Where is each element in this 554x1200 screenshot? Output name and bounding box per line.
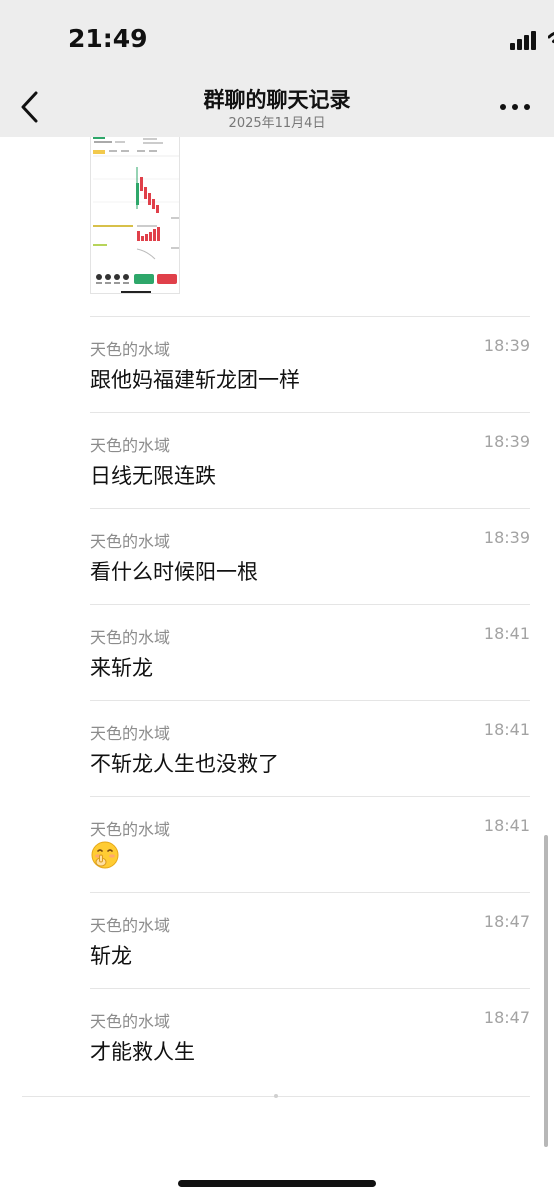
page-subtitle-date: 2025年11月4日 (228, 116, 326, 131)
home-indicator[interactable] (178, 1180, 376, 1187)
message-item[interactable]: 天色的水域 18:39 跟他妈福建斩龙团一样 (0, 316, 554, 412)
divider (90, 700, 530, 701)
message-item[interactable]: 天色的水域 18:41 不斩龙人生也没救了 (0, 700, 554, 796)
message-list: 天色的水域 18:39 跟他妈福建斩龙团一样 天色的水域 18:39 日线无限连… (0, 316, 554, 1084)
sender-name: 天色的水域 (90, 1012, 171, 1031)
message-item[interactable]: 天色的水域 18:39 看什么时候阳一根 (0, 508, 554, 604)
status-time: 21:49 (68, 24, 148, 53)
divider (90, 508, 530, 509)
sender-name: 天色的水域 (90, 532, 171, 551)
message-text: 来斩龙 (90, 656, 153, 680)
message-time: 18:41 (483, 624, 530, 643)
sender-name: 天色的水域 (90, 916, 171, 935)
page-title: 群聊的聊天记录 (203, 88, 351, 112)
message-text: 跟他妈福建斩龙团一样 (90, 368, 300, 392)
message-time: 18:47 (483, 912, 530, 931)
message-time: 18:39 (483, 336, 530, 355)
shared-image-thumbnail[interactable] (90, 137, 180, 294)
scrollbar[interactable] (544, 835, 548, 1147)
divider (90, 892, 530, 893)
divider (90, 796, 530, 797)
message-text: 日线无限连跌 (90, 464, 216, 488)
divider (90, 604, 530, 605)
message-text: 斩龙 (90, 944, 132, 968)
shushing-face-emoji-icon (91, 841, 119, 869)
more-options-button[interactable] (500, 104, 530, 112)
message-item[interactable]: 天色的水域 18:47 才能救人生 (0, 988, 554, 1084)
sender-name: 天色的水域 (90, 724, 171, 743)
message-item[interactable]: 天色的水域 18:41 来斩龙 (0, 604, 554, 700)
wifi-icon (548, 32, 554, 43)
sender-name: 天色的水域 (90, 820, 171, 839)
message-item[interactable]: 天色的水域 18:47 斩龙 (0, 892, 554, 988)
message-text: 不斩龙人生也没救了 (90, 752, 279, 776)
sender-name: 天色的水域 (90, 436, 171, 455)
end-dot (274, 1094, 278, 1098)
message-text: 才能救人生 (90, 1040, 195, 1064)
message-time: 18:39 (483, 528, 530, 547)
divider (90, 988, 530, 989)
message-text: 看什么时候阳一根 (90, 560, 258, 584)
message-item[interactable]: 天色的水域 18:39 日线无限连跌 (0, 412, 554, 508)
message-time: 18:39 (483, 432, 530, 451)
message-time: 18:47 (483, 1008, 530, 1027)
message-item[interactable]: 天色的水域 18:41 (0, 796, 554, 892)
divider (90, 412, 530, 413)
cellular-signal-icon (510, 30, 538, 50)
stock-chart-image (91, 137, 179, 293)
sender-name: 天色的水域 (90, 340, 171, 359)
message-time: 18:41 (483, 720, 530, 739)
sender-name: 天色的水域 (90, 628, 171, 647)
chat-history-screen: 21:49 群聊的聊天记录 2025年11月4日 天色的水域 18:39 跟他妈… (0, 0, 554, 1200)
message-time: 18:41 (483, 816, 530, 835)
divider (90, 316, 530, 317)
top-bar: 21:49 群聊的聊天记录 2025年11月4日 (0, 0, 554, 137)
